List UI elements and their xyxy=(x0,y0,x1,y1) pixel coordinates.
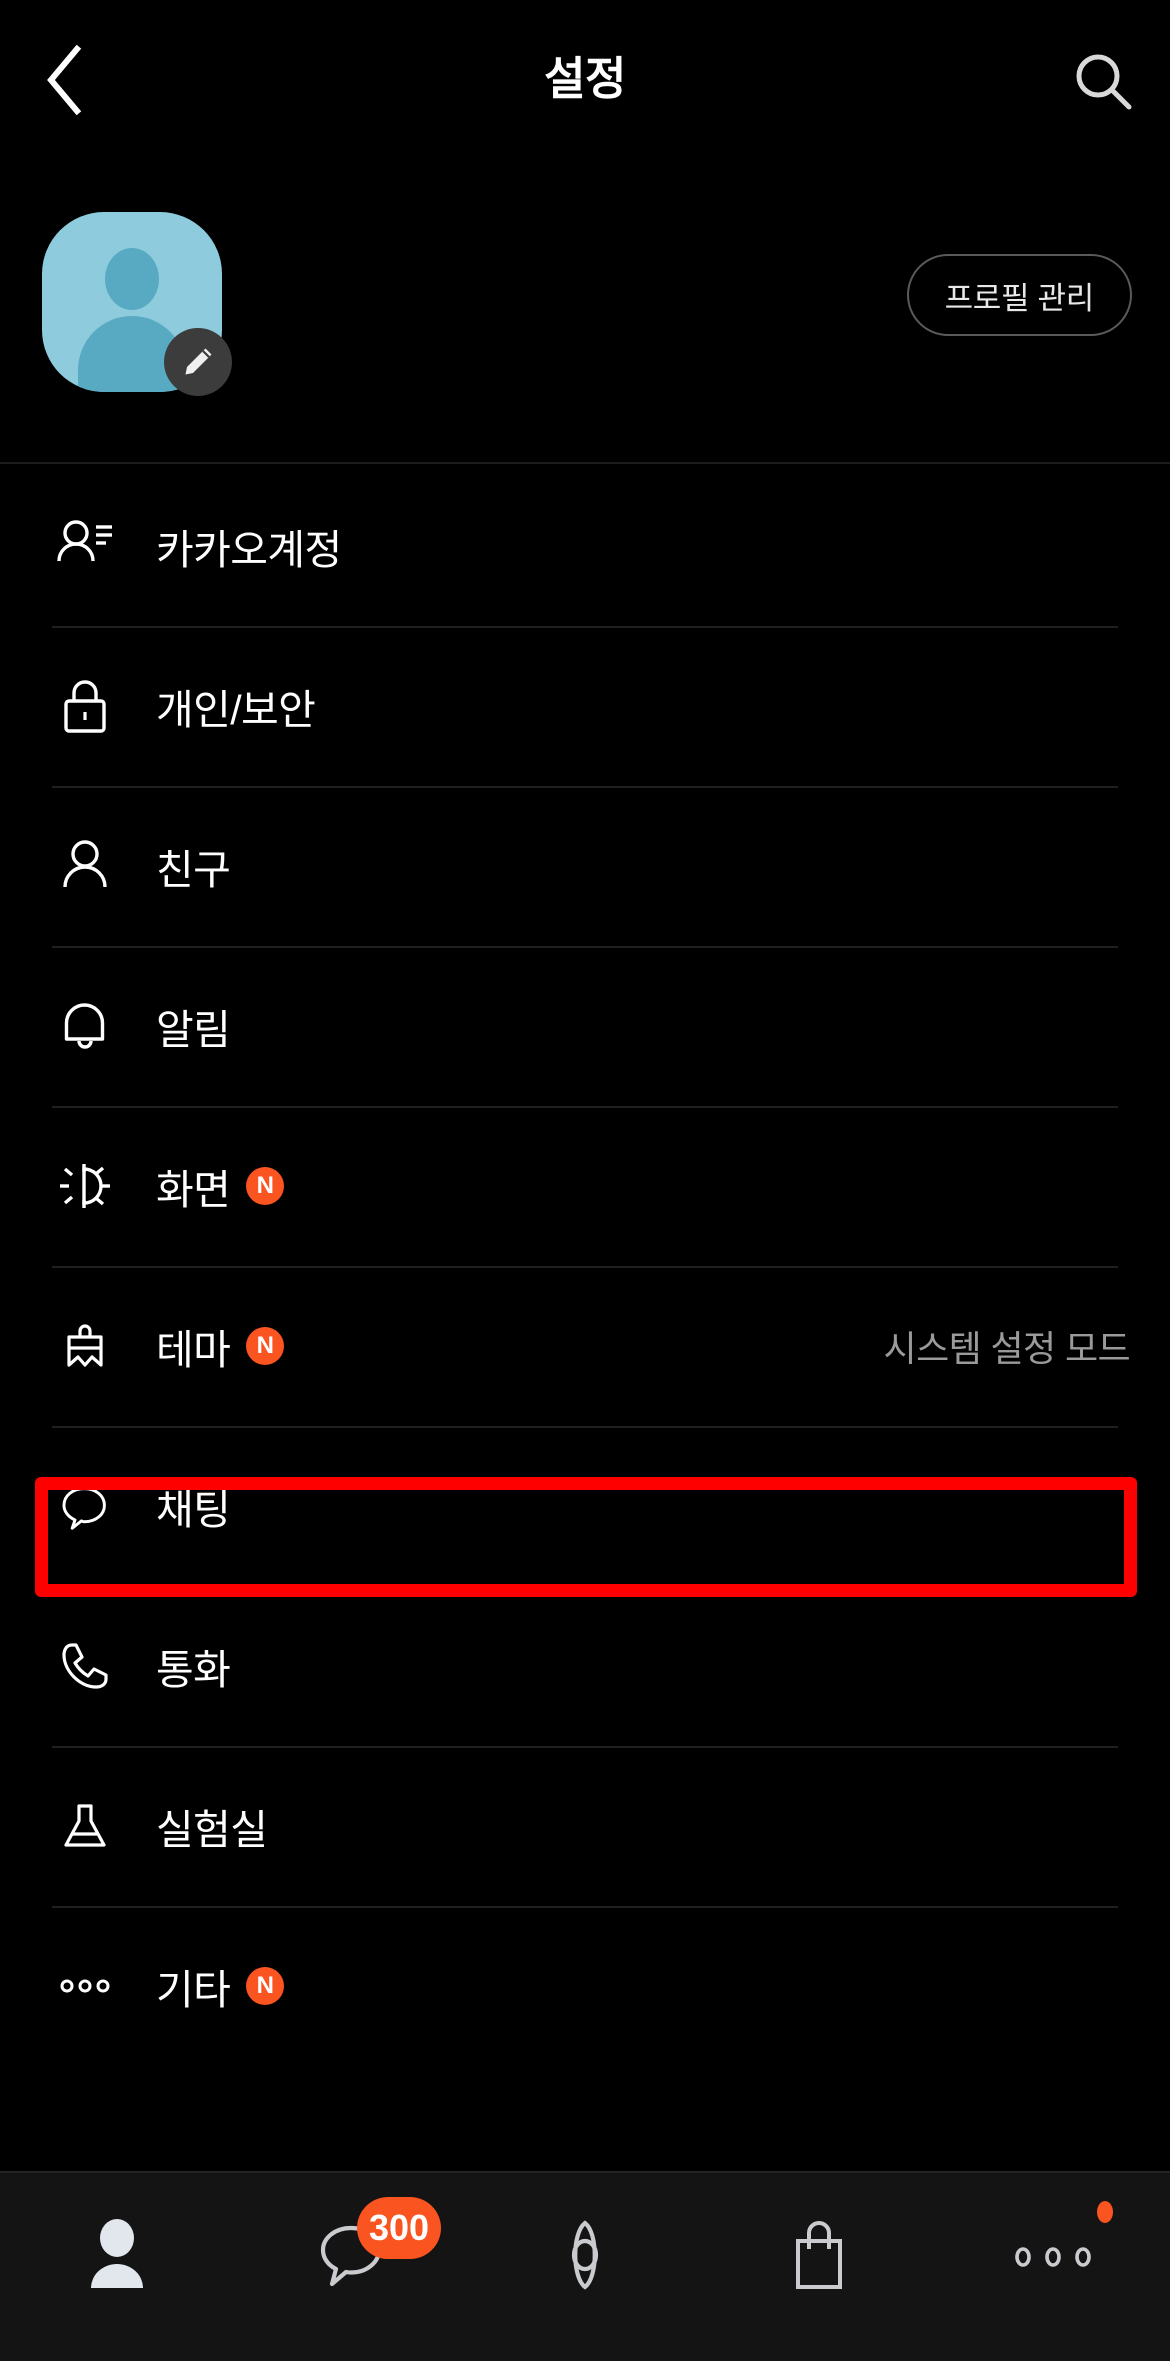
menu-item-label: 테마 xyxy=(156,1327,231,1373)
settings-screen: 설정 프로필 관리 카카오계정 개인/보안 친구 알림 화면 N 테마 N 시스… xyxy=(0,0,1170,2361)
menu-item-label: 채팅 xyxy=(156,1487,231,1533)
menu-item-label: 카카오계정 xyxy=(156,527,342,573)
menu-item-chat[interactable]: 채팅 xyxy=(0,1426,1170,1586)
nav-tab-more[interactable] xyxy=(936,2201,1170,2303)
menu-item-label: 알림 xyxy=(156,1007,231,1053)
new-badge: N xyxy=(246,1327,285,1365)
chat-unread-badge: 300 xyxy=(357,2197,442,2259)
person-icon xyxy=(52,833,118,899)
search-button[interactable] xyxy=(1062,40,1146,124)
profile-manage-label: 프로필 관리 xyxy=(944,280,1095,316)
menu-item-etc[interactable]: 기타 N xyxy=(0,1906,1170,2066)
menu-item-label: 화면 xyxy=(156,1167,231,1213)
menu-item-value: 시스템 설정 모드 xyxy=(883,1328,1131,1369)
new-badge: N xyxy=(246,1967,285,2005)
lock-icon xyxy=(52,673,118,739)
menu-item-lab[interactable]: 실험실 xyxy=(0,1746,1170,1906)
nav-tab-chats[interactable]: 300 xyxy=(234,2197,468,2303)
avatar-head-shape xyxy=(105,248,159,310)
profile-section: 프로필 관리 xyxy=(0,148,1170,464)
more-ellipsis-icon xyxy=(1015,2247,1091,2267)
nav-tab-friends[interactable] xyxy=(0,2207,234,2303)
new-badge: N xyxy=(246,1167,285,1205)
menu-item-account[interactable]: 카카오계정 xyxy=(0,466,1170,626)
menu-item-label: 친구 xyxy=(156,847,231,893)
app-header: 설정 xyxy=(0,0,1170,148)
menu-item-notifications[interactable]: 알림 xyxy=(0,946,1170,1106)
menu-item-display[interactable]: 화면 N xyxy=(0,1106,1170,1266)
brightness-sun-icon xyxy=(52,1153,118,1219)
friends-person-filled-icon xyxy=(91,2219,143,2288)
profile-manage-button[interactable]: 프로필 관리 xyxy=(906,254,1132,336)
paint-brush-icon xyxy=(52,1313,118,1379)
account-person-lines-icon xyxy=(52,513,118,579)
menu-item-label: 실험실 xyxy=(156,1807,268,1853)
menu-item-friends[interactable]: 친구 xyxy=(0,786,1170,946)
menu-item-theme[interactable]: 테마 N 시스템 설정 모드 xyxy=(0,1266,1170,1426)
pencil-icon xyxy=(185,348,212,375)
chat-bubble-icon xyxy=(52,1473,118,1539)
ellipsis-icon xyxy=(52,1953,118,2019)
flask-icon xyxy=(52,1793,118,1859)
openchat-eye-icon xyxy=(571,2220,599,2290)
avatar-edit-button[interactable] xyxy=(164,328,232,396)
search-icon xyxy=(1076,54,1132,110)
more-notification-dot xyxy=(1097,2201,1113,2223)
shopping-bag-icon xyxy=(796,2221,842,2289)
settings-menu-list: 카카오계정 개인/보안 친구 알림 화면 N 테마 N 시스템 설정 모드 채팅… xyxy=(0,466,1170,2066)
nav-tab-openchat[interactable] xyxy=(468,2207,702,2303)
avatar[interactable] xyxy=(42,212,232,396)
menu-item-privacy-security[interactable]: 개인/보안 xyxy=(0,626,1170,786)
menu-item-label: 개인/보안 xyxy=(156,687,316,733)
nav-tab-shopping[interactable] xyxy=(702,2207,936,2303)
bottom-navigation-bar: 300 xyxy=(0,2171,1170,2361)
phone-icon xyxy=(52,1633,118,1699)
page-title: 설정 xyxy=(544,52,626,104)
menu-item-label: 기타 xyxy=(156,1967,231,2013)
bell-icon xyxy=(52,993,118,1059)
menu-item-label: 통화 xyxy=(156,1647,231,1693)
menu-item-call[interactable]: 통화 xyxy=(0,1586,1170,1746)
